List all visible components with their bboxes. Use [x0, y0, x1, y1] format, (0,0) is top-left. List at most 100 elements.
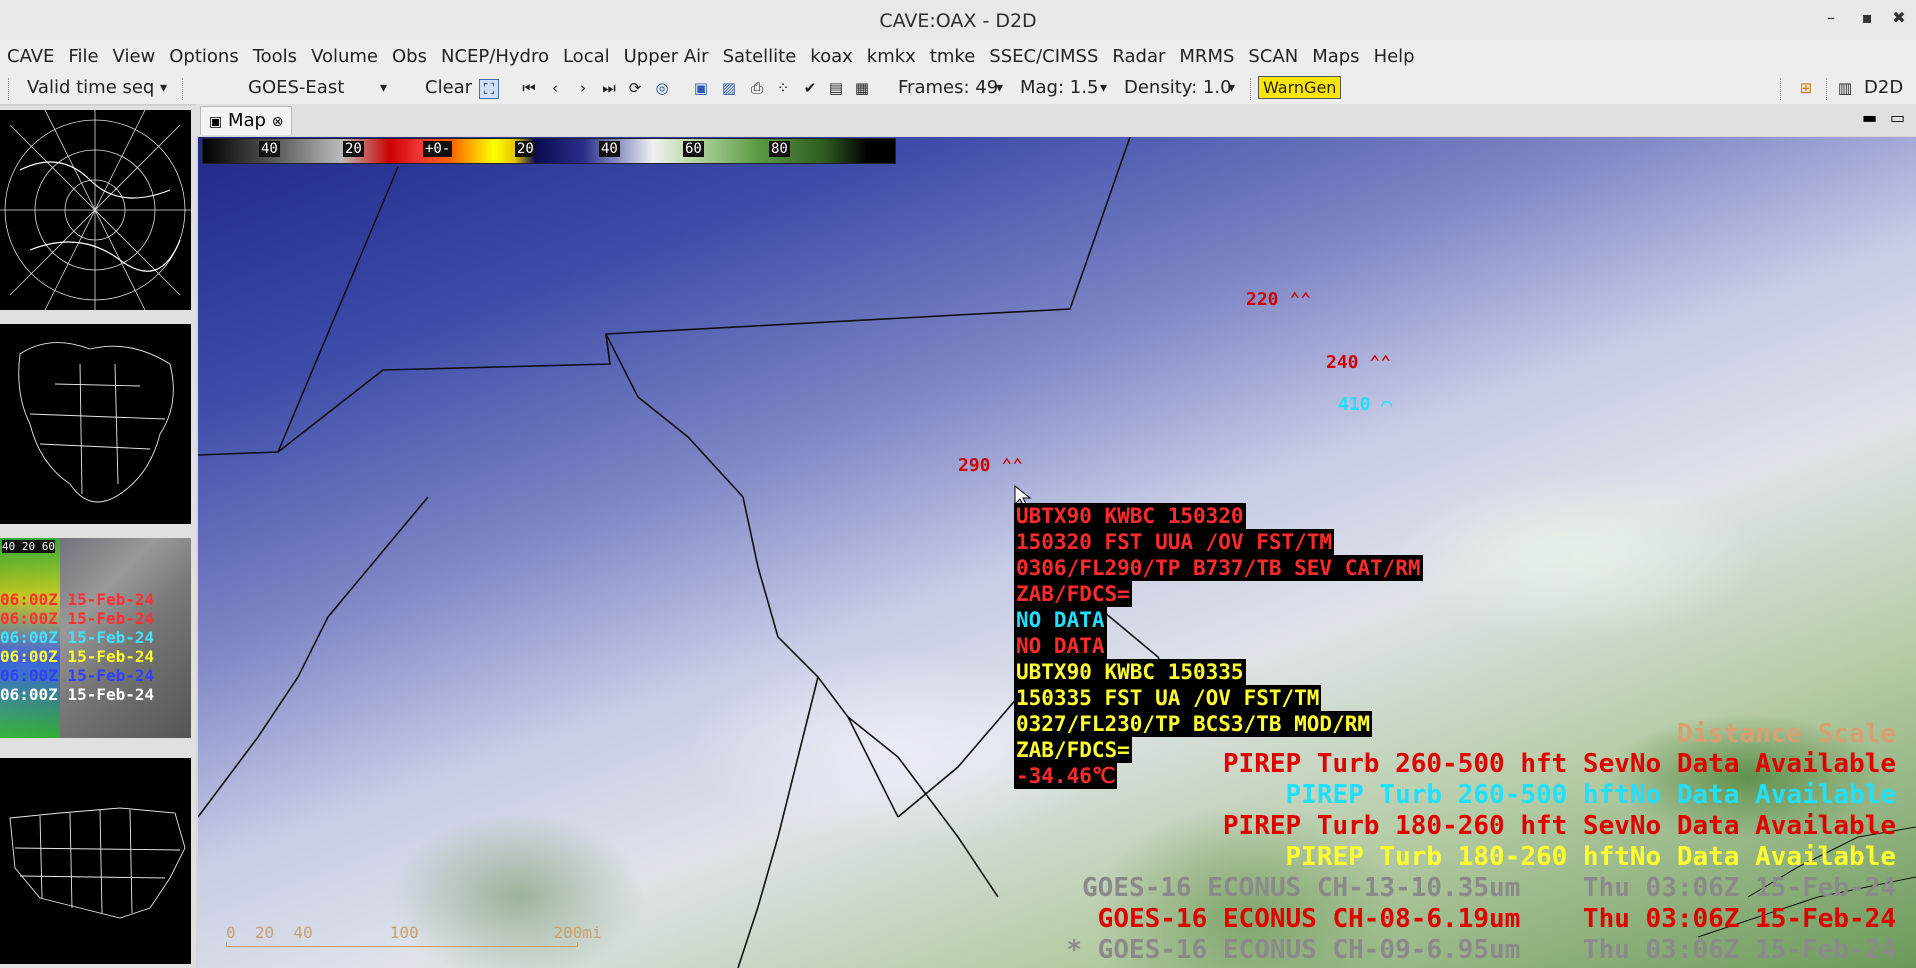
legend-pirep-turb-260-500-sev[interactable]: PIREP Turb 260-500 hft SevNo Data Availa… — [1223, 749, 1896, 779]
loop-icon[interactable]: ⟳ — [626, 79, 644, 97]
legend-goes-ch09[interactable]: * GOES-16 ECONUS CH-09-6.95um Thu 03:06Z… — [1066, 935, 1896, 965]
map-icon: ▣ — [209, 114, 223, 130]
magnification-select[interactable]: Mag: 1.5 — [1020, 77, 1098, 98]
colorbar-label: 20 — [343, 141, 364, 157]
menu-radar[interactable]: Radar — [1105, 40, 1172, 67]
points-icon[interactable]: ⁘ — [774, 79, 792, 97]
chevron-down-icon[interactable]: ▾ — [1228, 80, 1235, 96]
toolbar: Valid time seq ▾ GOES-East ▾ Clear ⛶ ⏮ ‹… — [0, 72, 1916, 105]
thumbnail-north-america[interactable] — [0, 324, 191, 524]
legend-pirep-turb-180-260[interactable]: PIREP Turb 180-260 hftNo Data Available — [1286, 842, 1896, 872]
menu-local[interactable]: Local — [556, 40, 617, 67]
window-titlebar: CAVE:OAX - D2D – ▪ ✖ — [0, 0, 1916, 41]
blend-icon[interactable]: ▨ — [720, 79, 738, 97]
legend-goes-ch08[interactable]: GOES-16 ECONUS CH-08-6.19um Thu 03:06Z 1… — [1098, 904, 1896, 934]
layout-single-icon[interactable]: ▤ — [827, 79, 845, 97]
warngen-button[interactable]: WarnGen — [1258, 76, 1342, 99]
sample-line: 0306/FL290/TP B737/TB SEV CAT/RM — [1014, 555, 1423, 581]
legend-distance-scale[interactable]: Distance Scale — [1677, 719, 1896, 749]
step-back-icon[interactable]: ‹ — [546, 79, 564, 97]
thumbnail-time-list: 06:00Z 15-Feb-24 06:00Z 15-Feb-24 06:00Z… — [0, 590, 154, 704]
last-frame-icon[interactable]: ⏭ — [600, 79, 618, 97]
menu-kmkx[interactable]: kmkx — [860, 40, 923, 67]
pirep-flight-level: 240 — [1326, 352, 1359, 373]
menu-file[interactable]: File — [61, 40, 105, 67]
menu-help[interactable]: Help — [1367, 40, 1422, 67]
colorbar-label: 40 — [599, 141, 620, 157]
pirep-marker[interactable]: 220 ⌃⌃ — [1246, 289, 1311, 310]
d2d-perspective-icon[interactable]: ▥ — [1836, 79, 1854, 97]
thumbnail-satellite-loop[interactable]: 40 20 60 06:00Z 15-Feb-24 06:00Z 15-Feb-… — [0, 538, 191, 738]
minimize-button[interactable]: – — [1820, 8, 1842, 27]
turbulence-icon: ⌃⌃ — [1001, 455, 1024, 476]
menu-maps[interactable]: Maps — [1305, 40, 1366, 67]
menu-bar: CAVE File View Options Tools Volume Obs NCEP/Hy… — [0, 40, 1916, 72]
menu-obs[interactable]: Obs — [385, 40, 434, 67]
legend-pirep-turb-180-260-sev[interactable]: PIREP Turb 180-260 hft SevNo Data Availa… — [1223, 811, 1896, 841]
thumbnail-colorbar-label: 40 — [2, 540, 16, 553]
chevron-down-icon[interactable]: ▾ — [380, 80, 387, 96]
thumbnail-time: 06:00Z 15-Feb-24 — [0, 647, 155, 666]
editor-tab-bar: ▣ Map ⊗ ▬ ▭ — [196, 104, 1916, 136]
conus-map-graphic — [9, 807, 186, 919]
sample-readout: UBTX90 KWBC 150320 150320 FST UUA /OV FS… — [1014, 503, 1423, 789]
toolbar-separator — [1826, 78, 1828, 100]
tab-map-label: Map — [227, 110, 266, 131]
turbulence-icon: ⌃⌃ — [1369, 352, 1392, 373]
distance-scale-bar — [226, 942, 578, 947]
menu-ncep-hydro[interactable]: NCEP/Hydro — [434, 40, 556, 67]
density-select[interactable]: Density: 1.0 — [1124, 77, 1232, 98]
turbulence-icon: ⌒ — [1381, 394, 1393, 415]
legend-pirep-turb-260-500[interactable]: PIREP Turb 260-500 hftNo Data Available — [1286, 780, 1896, 810]
maximize-editor-icon[interactable]: ▭ — [1890, 108, 1905, 127]
minimize-editor-icon[interactable]: ▬ — [1862, 108, 1877, 127]
menu-satellite[interactable]: Satellite — [716, 40, 804, 67]
menu-koax[interactable]: koax — [803, 40, 859, 67]
time-mode-select[interactable]: Valid time seq — [27, 77, 154, 98]
menu-tmke[interactable]: tmke — [923, 40, 982, 67]
chevron-down-icon[interactable]: ▾ — [996, 80, 1003, 96]
menu-ssec-cimss[interactable]: SSEC/CIMSS — [982, 40, 1105, 67]
zoom-fit-icon[interactable]: ⛶ — [479, 79, 499, 99]
d2d-perspective-button[interactable]: D2D — [1864, 77, 1903, 98]
tab-map[interactable]: ▣ Map ⊗ — [200, 106, 293, 135]
polar-map-graphic — [0, 110, 191, 310]
chevron-down-icon[interactable]: ▾ — [1100, 80, 1107, 96]
colorbar-label: 80 — [769, 141, 790, 157]
close-button[interactable]: ✖ — [1888, 8, 1910, 27]
menu-mrms[interactable]: MRMS — [1172, 40, 1241, 67]
menu-view[interactable]: View — [106, 40, 163, 67]
menu-options[interactable]: Options — [162, 40, 245, 67]
pirep-marker[interactable]: 290 ⌃⌃ — [958, 455, 1023, 476]
loop-properties-icon[interactable]: ◎ — [653, 79, 671, 97]
menu-tools[interactable]: Tools — [246, 40, 304, 67]
thumbnail-conus[interactable] — [0, 758, 191, 964]
legend-goes-ch13[interactable]: GOES-16 ECONUS CH-13-10.35um Thu 03:06Z … — [1082, 873, 1896, 903]
menu-cave[interactable]: CAVE — [0, 40, 61, 67]
frames-select[interactable]: Frames: 49 — [898, 77, 998, 98]
chevron-down-icon[interactable]: ▾ — [160, 80, 167, 96]
first-frame-icon[interactable]: ⏮ — [520, 79, 538, 97]
image-properties-icon[interactable]: ▣ — [692, 79, 710, 97]
map-display[interactable]: 40 20 +0- 20 40 60 80 220 ⌃⌃ 240 ⌃⌃ 410 … — [198, 137, 1916, 968]
colorbar: 40 20 +0- 20 40 60 80 — [202, 138, 896, 164]
close-tab-icon[interactable]: ⊗ — [272, 114, 284, 130]
sample-icon[interactable]: ✔ — [801, 79, 819, 97]
clear-button[interactable]: Clear — [425, 77, 472, 98]
print-icon[interactable]: ⎙ — [748, 79, 766, 97]
thumbnail-time: 06:00Z 15-Feb-24 — [0, 685, 155, 704]
menu-upper-air[interactable]: Upper Air — [617, 40, 716, 67]
pirep-marker[interactable]: 240 ⌃⌃ — [1326, 352, 1391, 373]
thumbnail-colorbar-labels: 40 20 60 — [2, 540, 55, 553]
step-forward-icon[interactable]: › — [574, 79, 592, 97]
pirep-marker[interactable]: 410 ⌒ — [1338, 394, 1392, 415]
menu-scan[interactable]: SCAN — [1241, 40, 1305, 67]
maximize-button[interactable]: ▪ — [1856, 8, 1878, 27]
menu-volume[interactable]: Volume — [304, 40, 385, 67]
source-select[interactable]: GOES-East — [248, 77, 344, 98]
open-perspective-icon[interactable]: ⊞ — [1797, 79, 1815, 97]
layout-four-panel-icon[interactable]: ▦ — [853, 79, 871, 97]
distance-scale: 0 20 40 100 200mi — [226, 923, 602, 947]
sample-line: 150335 FST UA /OV FST/TM — [1014, 685, 1322, 711]
thumbnail-polar-map[interactable] — [0, 110, 191, 310]
